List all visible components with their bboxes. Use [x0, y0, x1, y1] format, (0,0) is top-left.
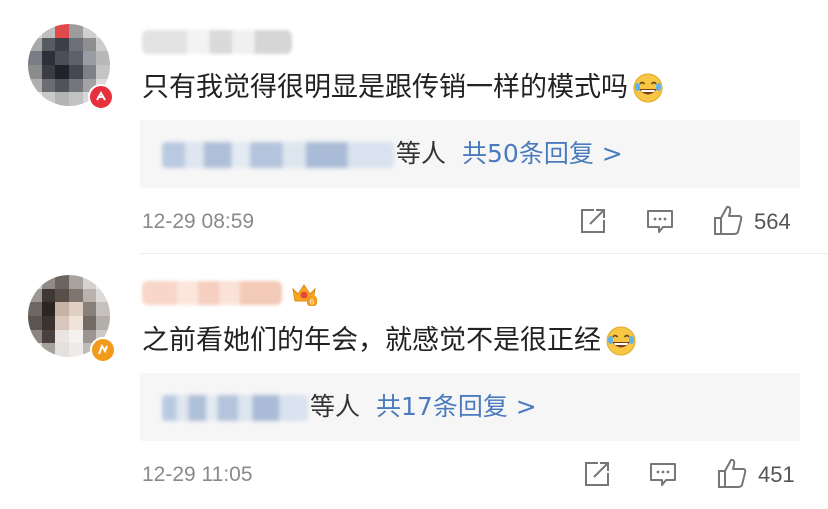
- comment-text-content: 只有我觉得很明显是跟传销一样的模式吗: [142, 72, 628, 103]
- view-replies-link[interactable]: 共17条回复 >: [376, 392, 537, 421]
- comment-text: 只有我觉得很明显是跟传销一样的模式吗: [142, 70, 664, 106]
- vip-crown-icon: 6: [292, 284, 317, 307]
- reply-suffix-text: 等人: [396, 139, 447, 168]
- reply-summary: 等人 共17条回复 >: [310, 389, 537, 425]
- like-count: 564: [754, 209, 791, 234]
- laugh-emoji-icon: [633, 73, 663, 103]
- divider: [140, 253, 828, 254]
- reply-preview[interactable]: 等人 共50条回复 >: [140, 120, 800, 188]
- verified-badge-icon: [88, 84, 114, 110]
- comment-text-content: 之前看她们的年会，就感觉不是很正经: [142, 325, 601, 356]
- comment-item: 之前看她们的年会，就感觉不是很正经 等人 共17条回复 > 12-29 11:05…: [0, 255, 828, 509]
- like-icon[interactable]: [712, 203, 744, 237]
- verified-badge-icon: [90, 337, 116, 363]
- like-icon[interactable]: [716, 456, 748, 490]
- comment-timestamp: 12-29 08:59: [142, 210, 255, 233]
- reply-preview[interactable]: 等人 共17条回复 >: [140, 373, 800, 441]
- comment-item: 只有我觉得很明显是跟传销一样的模式吗 等人 共50条回复 > 12-29 08:5…: [0, 0, 828, 253]
- svg-text:6: 6: [310, 298, 315, 307]
- reply-suffix-text: 等人: [310, 392, 361, 421]
- reply-users-blurred: [162, 395, 308, 421]
- comment-text: 之前看她们的年会，就感觉不是很正经: [142, 323, 637, 359]
- reply-users-blurred: [162, 142, 394, 168]
- comment-timestamp: 12-29 11:05: [142, 463, 253, 486]
- username-blurred[interactable]: [142, 30, 292, 54]
- username-blurred[interactable]: [142, 281, 282, 305]
- laugh-emoji-icon: [606, 326, 636, 356]
- comment-icon[interactable]: [645, 206, 675, 236]
- like-count: 451: [758, 462, 795, 487]
- reply-summary: 等人 共50条回复 >: [396, 136, 623, 172]
- share-icon[interactable]: [578, 206, 608, 236]
- view-replies-link[interactable]: 共50条回复 >: [462, 139, 623, 168]
- comment-icon[interactable]: [648, 459, 678, 489]
- share-icon[interactable]: [582, 459, 612, 489]
